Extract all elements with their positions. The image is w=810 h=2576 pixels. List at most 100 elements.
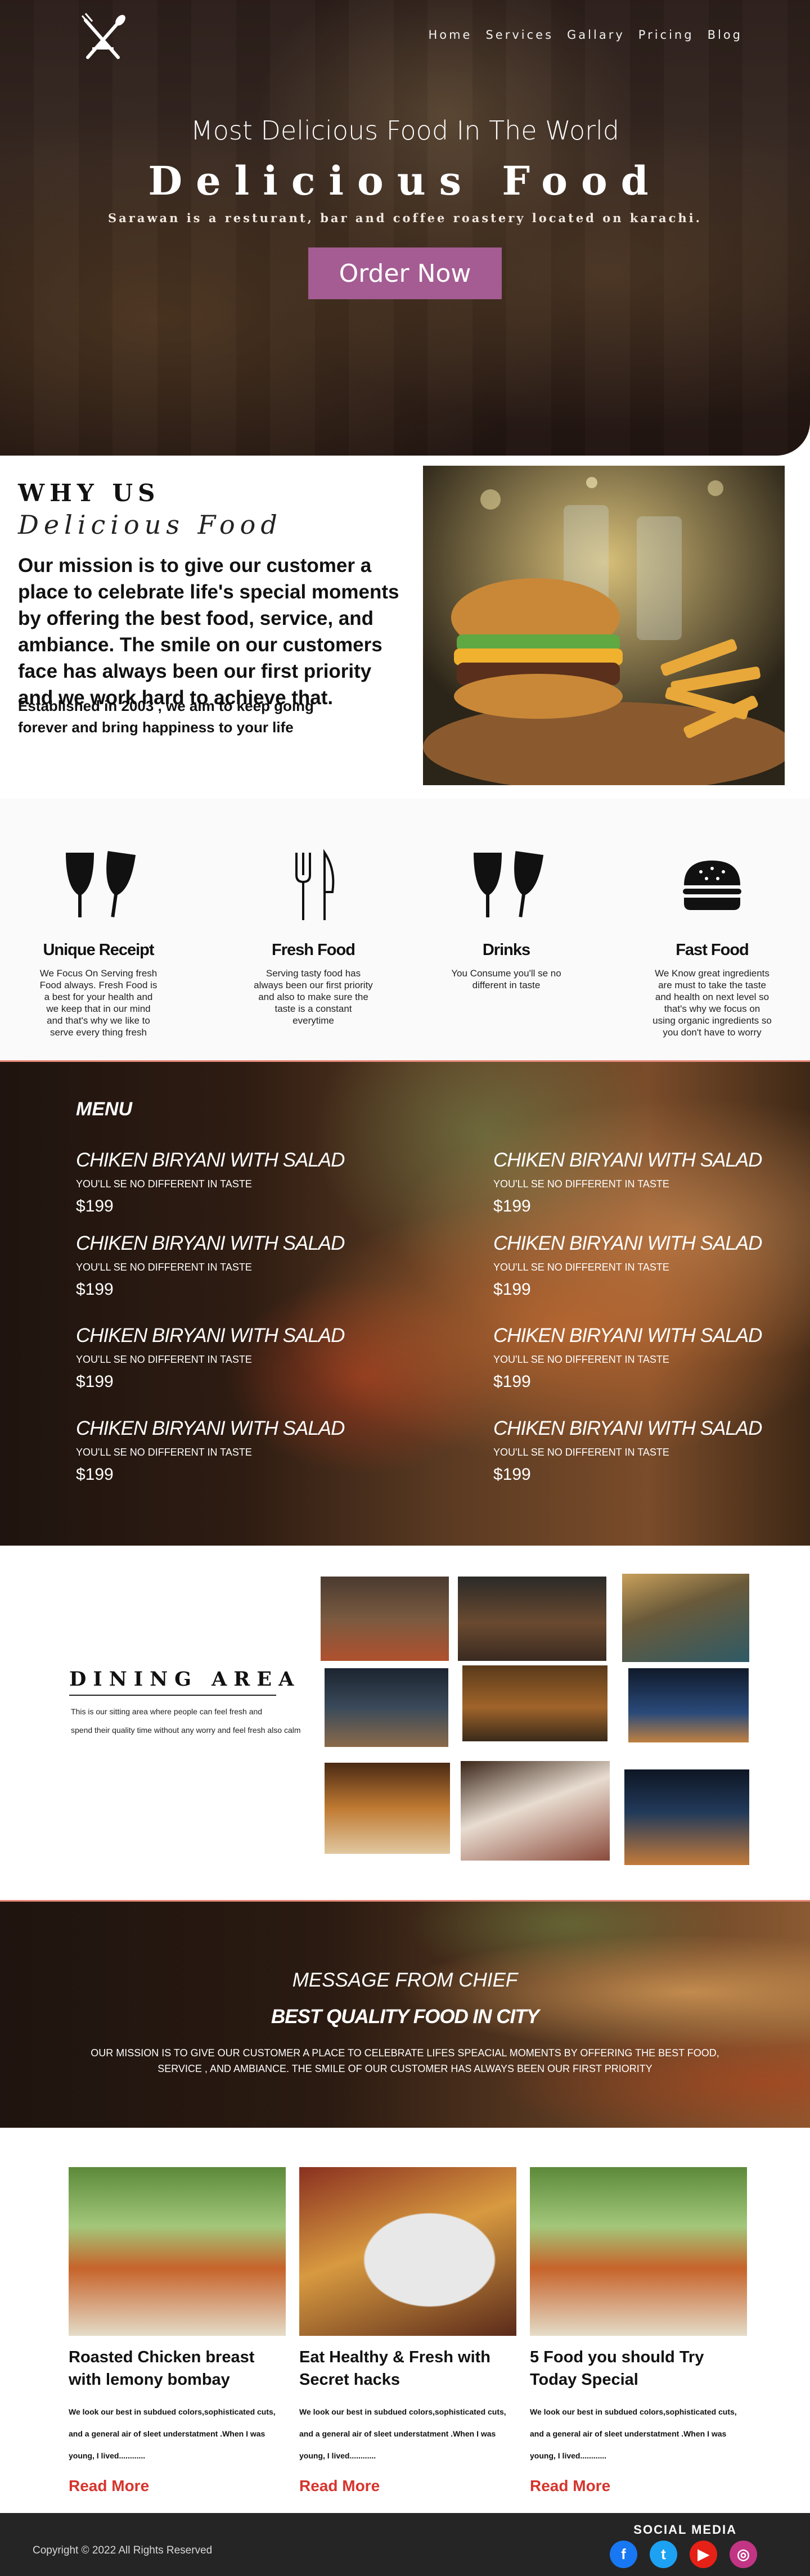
hero-tagline: Sarawan is a resturant, bar and coffee r… — [108, 211, 702, 225]
dining-underline — [69, 1695, 276, 1696]
dining-photo[interactable] — [325, 1668, 448, 1747]
menu-item-desc: YOU'LL SE NO DIFFERENT IN TASTE — [76, 1262, 252, 1273]
menu-section: MENU CHIKEN BIRYANI WITH SALAD YOU'LL SE… — [0, 1062, 810, 1546]
nav-services[interactable]: Services — [485, 28, 554, 42]
menu-item-desc: YOU'LL SE NO DIFFERENT IN TASTE — [493, 1178, 669, 1190]
blog-card-image[interactable] — [530, 2167, 747, 2336]
chief-text: OUR MISSION IS TO GIVE OUR CUSTOMER A PL… — [91, 2047, 719, 2074]
menu-item-price: $199 — [493, 1372, 531, 1391]
menu-item-name: CHIKEN BIRYANI WITH SALAD — [493, 1325, 762, 1346]
dining-photo[interactable] — [462, 1665, 608, 1741]
burger-photo — [423, 466, 785, 785]
dining-photo[interactable] — [622, 1574, 749, 1662]
menu-item-desc: YOU'LL SE NO DIFFERENT IN TASTE — [76, 1354, 252, 1365]
features-section: Unique Receipt We Focus On Serving fresh… — [0, 799, 810, 1062]
fork-knife-icon — [295, 849, 335, 920]
menu-item[interactable]: CHIKEN BIRYANI WITH SALAD YOU'LL SE NO D… — [493, 1417, 808, 1484]
instagram-icon[interactable]: ◎ — [730, 2541, 757, 2568]
blog-card-desc: We look our best in subdued colors,sophi… — [299, 2407, 506, 2460]
menu-item-name: CHIKEN BIRYANI WITH SALAD — [76, 1149, 345, 1171]
dining-heading: DINING AREA — [69, 1668, 301, 1691]
hero-section: Home Services Gallary Pricing Blog Most … — [0, 0, 810, 456]
twitter-icon[interactable]: t — [650, 2541, 677, 2568]
read-more-link[interactable]: Read More — [69, 2477, 149, 2495]
why-us-heading: WHY US — [18, 479, 160, 507]
blog-section: Roasted Chicken breast with lemony bomba… — [0, 2128, 810, 2513]
feature-title: Fast Food — [676, 941, 749, 959]
blog-card-image[interactable] — [299, 2167, 516, 2336]
order-now-button[interactable]: Order Now — [308, 247, 502, 299]
nav-home[interactable]: Home — [428, 28, 472, 42]
menu-item-price: $199 — [493, 1197, 531, 1215]
mission-text: Our mission is to give our customer a pl… — [18, 555, 399, 709]
menu-item[interactable]: CHIKEN BIRYANI WITH SALAD YOU'LL SE NO D… — [493, 1149, 808, 1216]
nav-blog[interactable]: Blog — [708, 28, 742, 42]
dining-photo[interactable] — [628, 1668, 749, 1742]
menu-item-desc: YOU'LL SE NO DIFFERENT IN TASTE — [493, 1447, 669, 1458]
wine-glasses-icon — [474, 851, 544, 917]
feature-card: Unique Receipt We Focus On Serving fresh… — [25, 847, 172, 1038]
read-more-link[interactable]: Read More — [530, 2477, 610, 2495]
dining-photo[interactable] — [461, 1761, 610, 1861]
menu-item-desc: YOU'LL SE NO DIFFERENT IN TASTE — [493, 1262, 669, 1273]
chief-message-section: MESSAGE FROM CHIEF BEST QUALITY FOOD IN … — [0, 1900, 810, 2128]
feature-desc: You Consume you'll se no different in ta… — [451, 968, 561, 990]
menu-item[interactable]: CHIKEN BIRYANI WITH SALAD YOU'LL SE NO D… — [76, 1149, 391, 1216]
menu-item-price: $199 — [76, 1465, 114, 1484]
blog-card-image[interactable] — [69, 2167, 286, 2336]
feature-card: Drinks You Consume you'll se no differen… — [433, 847, 579, 991]
blog-card-title[interactable]: Roasted Chicken breast with lemony bomba… — [69, 2346, 286, 2391]
dining-text-line2: spend their quality time without any wor… — [71, 1726, 301, 1735]
blog-card: 5 Food you should Try Today Special We l… — [530, 2167, 747, 2495]
burger-icon — [683, 861, 741, 910]
menu-item[interactable]: CHIKEN BIRYANI WITH SALAD YOU'LL SE NO D… — [76, 1232, 391, 1299]
social-links: f t ▶ ◎ — [610, 2541, 757, 2568]
dining-photo[interactable] — [321, 1577, 449, 1661]
main-nav: Home Services Gallary Pricing Blog — [428, 28, 742, 42]
youtube-icon[interactable]: ▶ — [690, 2541, 717, 2568]
feature-desc: We Focus On Serving fresh Food always. F… — [39, 968, 158, 1038]
nav-gallary[interactable]: Gallary — [567, 28, 625, 42]
feature-card: Fast Food We Know great ingredients are … — [639, 847, 785, 1038]
social-media-title: SOCIAL MEDIA — [633, 2523, 737, 2537]
nav-pricing[interactable]: Pricing — [638, 28, 694, 42]
menu-item-name: CHIKEN BIRYANI WITH SALAD — [493, 1232, 762, 1254]
menu-item-name: CHIKEN BIRYANI WITH SALAD — [76, 1325, 345, 1346]
hero-subtitle: Most Delicious Food In The World — [191, 115, 619, 146]
dining-photo[interactable] — [624, 1769, 749, 1865]
feature-title: Drinks — [482, 941, 530, 959]
menu-item-desc: YOU'LL SE NO DIFFERENT IN TASTE — [76, 1178, 252, 1190]
blog-card: Eat Healthy & Fresh with Secret hacks We… — [299, 2167, 516, 2495]
feature-desc: We Know great ingredients are must to ta… — [652, 968, 772, 1038]
facebook-icon[interactable]: f — [610, 2541, 637, 2568]
menu-item-name: CHIKEN BIRYANI WITH SALAD — [493, 1149, 762, 1171]
wine-glasses-icon — [66, 851, 136, 917]
menu-title: MENU — [76, 1098, 133, 1120]
feature-desc: Serving tasty food has always been our f… — [254, 968, 373, 1026]
read-more-link[interactable]: Read More — [299, 2477, 380, 2495]
blog-card-title[interactable]: Eat Healthy & Fresh with Secret hacks — [299, 2346, 516, 2391]
hero-title: Delicious Food — [148, 157, 662, 204]
blog-card-title[interactable]: 5 Food you should Try Today Special — [530, 2346, 747, 2391]
menu-item-desc: YOU'LL SE NO DIFFERENT IN TASTE — [76, 1447, 252, 1458]
menu-item-price: $199 — [76, 1280, 114, 1299]
menu-item[interactable]: CHIKEN BIRYANI WITH SALAD YOU'LL SE NO D… — [493, 1325, 808, 1391]
restaurant-logo-icon[interactable] — [78, 12, 128, 69]
menu-item-name: CHIKEN BIRYANI WITH SALAD — [76, 1232, 345, 1254]
copyright-text: Copyright © 2022 All Rights Reserved — [33, 2545, 213, 2556]
menu-item-price: $199 — [493, 1280, 531, 1299]
menu-item-price: $199 — [76, 1197, 114, 1215]
menu-item[interactable]: CHIKEN BIRYANI WITH SALAD YOU'LL SE NO D… — [493, 1232, 808, 1299]
why-us-section: WHY US Delicious Food Our mission is to … — [0, 456, 810, 799]
dining-photo[interactable] — [458, 1577, 606, 1661]
menu-item-price: $199 — [76, 1372, 114, 1391]
dining-area-section: DINING AREA This is our sitting area whe… — [0, 1546, 810, 1900]
established-text: Established in 2003 , we aim to keep goi… — [18, 697, 314, 736]
dining-text-line1: This is our sitting area where people ca… — [71, 1707, 263, 1716]
dining-photo[interactable] — [325, 1763, 450, 1854]
blog-card: Roasted Chicken breast with lemony bomba… — [69, 2167, 286, 2495]
menu-item[interactable]: CHIKEN BIRYANI WITH SALAD YOU'LL SE NO D… — [76, 1325, 391, 1391]
feature-card: Fresh Food Serving tasty food has always… — [240, 847, 386, 1026]
menu-item[interactable]: CHIKEN BIRYANI WITH SALAD YOU'LL SE NO D… — [76, 1417, 391, 1484]
site-footer: Copyright © 2022 All Rights Reserved SOC… — [0, 2513, 810, 2576]
